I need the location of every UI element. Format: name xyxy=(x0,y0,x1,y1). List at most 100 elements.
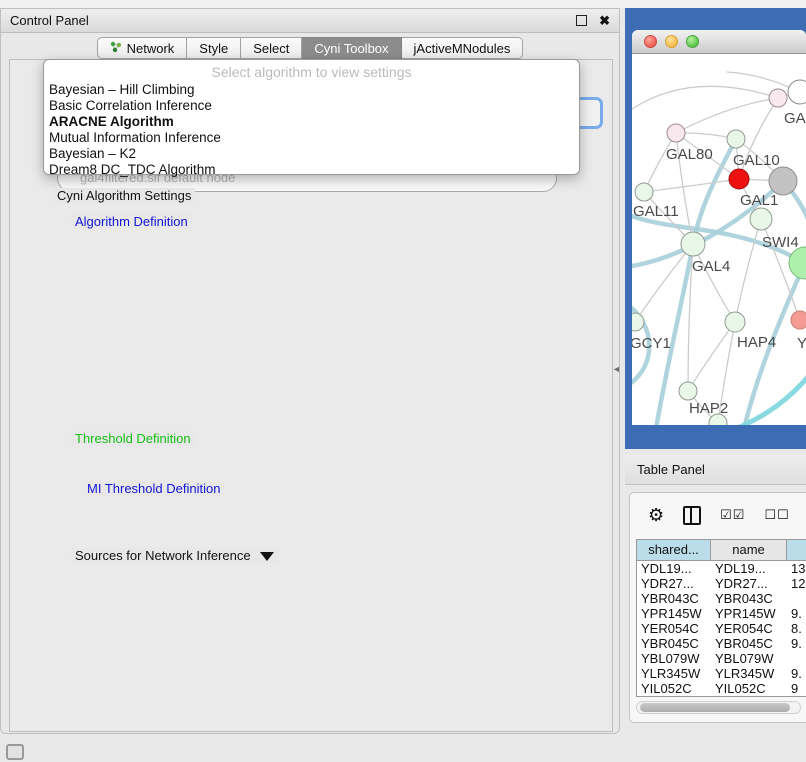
table-cell: 9. xyxy=(787,666,806,681)
algorithm-list-item[interactable]: Mutual Information Inference xyxy=(44,130,579,146)
network-window-titlebar xyxy=(632,30,806,54)
table-cell: 12 xyxy=(787,576,806,591)
table-row[interactable]: YDL19...YDL19...13 xyxy=(637,561,806,576)
table-cell: 13 xyxy=(787,561,806,576)
table-cell: 9. xyxy=(787,636,806,651)
network-node[interactable] xyxy=(769,89,787,107)
network-node-label: GAL80 xyxy=(666,146,713,163)
table-cell: 9 xyxy=(787,681,806,696)
network-node[interactable] xyxy=(791,311,806,329)
tab-label: Select xyxy=(253,41,289,56)
network-node-label: GAL4 xyxy=(692,258,730,275)
minimized-panel-icon[interactable] xyxy=(6,744,24,760)
network-node[interactable] xyxy=(769,167,797,195)
network-edge[interactable] xyxy=(644,179,739,192)
top-strip xyxy=(0,0,806,8)
network-node[interactable] xyxy=(750,208,772,230)
table-cell: YIL052C xyxy=(637,681,711,696)
network-node[interactable] xyxy=(789,247,806,279)
network-node-label: SWI4 xyxy=(762,234,799,251)
network-node[interactable] xyxy=(788,80,806,104)
zoom-window-icon[interactable] xyxy=(686,35,699,48)
table-cell: YLR345W xyxy=(637,666,711,681)
table-row[interactable]: YER054CYER054C8. xyxy=(637,621,806,636)
network-node[interactable] xyxy=(725,312,745,332)
table-cell: YBL079W xyxy=(711,651,787,666)
network-edge[interactable] xyxy=(724,372,806,425)
table-hscrollbar-track[interactable] xyxy=(636,701,801,714)
column-header-partial[interactable]: A xyxy=(787,540,806,560)
threshold-definition-title: Threshold Definition xyxy=(71,431,195,446)
table-cell: 8. xyxy=(787,621,806,636)
network-edge[interactable] xyxy=(676,98,778,133)
network-node[interactable] xyxy=(679,382,697,400)
network-node[interactable] xyxy=(727,130,745,148)
table-cell: YPR145W xyxy=(711,606,787,621)
float-panel-icon[interactable] xyxy=(576,15,587,26)
algorithm-list-item[interactable]: ARACNE Algorithm xyxy=(44,114,579,130)
network-node[interactable] xyxy=(681,232,705,256)
algorithm-list-item[interactable]: Dream8 DC_TDC Algorithm xyxy=(44,162,579,178)
panel-splitter-handle[interactable]: ◄ xyxy=(612,364,621,374)
tab-label: Network xyxy=(127,41,175,56)
table-cell: YBL079W xyxy=(637,651,711,666)
table-cell xyxy=(787,591,806,606)
table-row[interactable]: YIL052CYIL052C9 xyxy=(637,681,806,696)
table-cell: YDR27... xyxy=(637,576,711,591)
network-node[interactable] xyxy=(667,124,685,142)
unchecked-boxes-icon[interactable]: ☐☐ xyxy=(764,507,789,523)
algorithm-list-item[interactable]: Bayesian – K2 xyxy=(44,146,579,162)
table-cell: 9. xyxy=(787,606,806,621)
tab-label: jActiveMNodules xyxy=(414,41,511,56)
network-node-label: GAL1 xyxy=(740,192,778,209)
tab-style[interactable]: Style xyxy=(187,37,241,59)
network-edge[interactable] xyxy=(688,322,735,391)
network-node-label: HAP2 xyxy=(689,400,728,417)
sources-title: Sources for Network Inference xyxy=(75,548,251,563)
network-node-label: Y xyxy=(797,335,806,352)
network-canvas[interactable]: GALGAL80GAL10GAL1GAL11SWI4GAL4GCY1HAP4YH… xyxy=(632,54,806,425)
control-panel: Control Panel ✖ NetworkStyleSelectCyni T… xyxy=(0,8,620,734)
table-cell: YIL052C xyxy=(711,681,787,696)
table-cell: YER054C xyxy=(637,621,711,636)
split-columns-icon[interactable] xyxy=(683,506,701,525)
table-row[interactable]: YBR043CYBR043C xyxy=(637,591,806,606)
table-row[interactable]: YPR145WYPR145W9. xyxy=(637,606,806,621)
column-header-name[interactable]: name xyxy=(711,540,787,560)
network-node[interactable] xyxy=(635,183,653,201)
table-cell: YDR27... xyxy=(711,576,787,591)
table-hscrollbar-thumb[interactable] xyxy=(640,703,790,712)
table-row[interactable]: YLR345WYLR345W9. xyxy=(637,666,806,681)
close-panel-icon[interactable]: ✖ xyxy=(599,14,610,27)
close-window-icon[interactable] xyxy=(644,35,657,48)
algorithm-list-item[interactable]: Bayesian – Hill Climbing xyxy=(44,82,579,98)
network-node[interactable] xyxy=(729,169,749,189)
tab-jactivemnodules[interactable]: jActiveMNodules xyxy=(402,37,524,59)
sources-expander[interactable]: Sources for Network Inference xyxy=(71,548,278,563)
column-header-shared-name[interactable]: shared... xyxy=(637,540,711,560)
tab-select[interactable]: Select xyxy=(241,37,302,59)
network-edge[interactable] xyxy=(735,219,761,322)
expanded-arrow-icon xyxy=(260,552,274,561)
algorithm-list-item[interactable]: Basic Correlation Inference xyxy=(44,98,579,114)
table-panel-card: ⚙ ☑☑ ☐☐ shared... name A YDL19...YDL19..… xyxy=(629,492,806,723)
node-attribute-table[interactable]: shared... name A YDL19...YDL19...13YDR27… xyxy=(636,539,806,697)
tab-cyni-toolbox[interactable]: Cyni Toolbox xyxy=(302,37,401,59)
algorithm-placeholder: Select algorithm to view settings xyxy=(44,62,579,82)
table-header-row: shared... name A xyxy=(637,540,806,561)
table-cell: YBR045C xyxy=(711,636,787,651)
tab-label: Cyni Toolbox xyxy=(314,41,388,56)
checked-boxes-icon[interactable]: ☑☑ xyxy=(720,507,745,523)
network-edge[interactable] xyxy=(693,244,735,322)
network-node-label: GAL xyxy=(784,110,806,127)
table-row[interactable]: YBL079WYBL079W xyxy=(637,651,806,666)
minimize-window-icon[interactable] xyxy=(665,35,678,48)
algorithm-definition-title: Algorithm Definition xyxy=(71,214,192,229)
gear-icon[interactable]: ⚙ xyxy=(648,506,664,524)
tab-network[interactable]: Network xyxy=(97,37,188,59)
table-row[interactable]: YBR045CYBR045C9. xyxy=(637,636,806,651)
algorithm-list: Bayesian – Hill ClimbingBasic Correlatio… xyxy=(44,82,579,178)
network-edge[interactable] xyxy=(632,86,778,109)
table-row[interactable]: YDR27...YDR27...12 xyxy=(637,576,806,591)
network-node[interactable] xyxy=(632,313,644,331)
